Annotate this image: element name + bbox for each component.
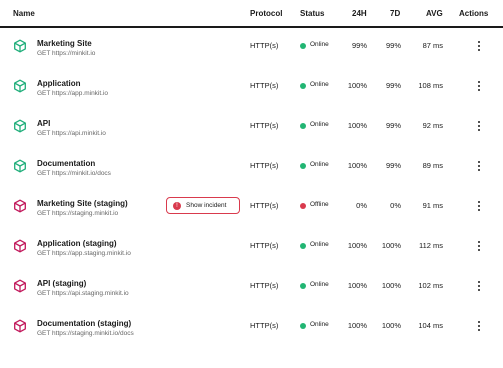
table-row[interactable]: Application GET https://app.minkit.io HTTP…: [0, 67, 503, 107]
monitor-url: GET https://staging.minkit.io: [37, 210, 119, 217]
avg-response-time: 104 ms: [418, 321, 443, 330]
column-header-24h: 24H: [352, 9, 367, 18]
cube-icon: [14, 239, 26, 253]
status-dot-icon: [300, 323, 306, 329]
uptime-24h: 100%: [347, 241, 367, 250]
show-incident-button[interactable]: ! Show incident: [166, 197, 240, 214]
monitor-url: GET https://minkit.io/docs: [37, 170, 111, 177]
column-header-name: Name: [13, 9, 35, 18]
monitor-protocol: HTTP(s): [250, 81, 279, 90]
table-row[interactable]: API GET https://api.minkit.io HTTP(s) Onlin…: [0, 107, 503, 147]
uptime-24h: 100%: [347, 161, 367, 170]
uptime-7d: 0%: [390, 201, 401, 210]
monitor-protocol: HTTP(s): [250, 241, 279, 250]
monitor-url: GET https://staging.minkit.io/docs: [37, 330, 134, 337]
uptime-24h: 100%: [347, 321, 367, 330]
uptime-7d: 100%: [381, 321, 401, 330]
cube-icon: [14, 199, 26, 213]
monitor-protocol: HTTP(s): [250, 201, 279, 210]
avg-response-time: 92 ms: [422, 121, 443, 130]
more-actions-icon[interactable]: [474, 239, 484, 253]
uptime-7d: 99%: [385, 161, 401, 170]
alert-icon: !: [173, 202, 181, 210]
cube-icon: [14, 119, 26, 133]
avg-response-time: 87 ms: [422, 41, 443, 50]
avg-response-time: 108 ms: [418, 81, 443, 90]
status-label: Online: [310, 241, 329, 248]
cube-icon: [14, 279, 26, 293]
table-row[interactable]: API (staging) GET https://api.staging.min…: [0, 267, 503, 307]
status-label: Offline: [310, 201, 329, 208]
monitor-name[interactable]: Marketing Site (staging): [37, 199, 128, 208]
cube-icon: [14, 159, 26, 173]
uptime-24h: 100%: [347, 81, 367, 90]
table-header: Name Protocol Status 24H 7D AVG Actions: [0, 0, 503, 28]
monitor-protocol: HTTP(s): [250, 321, 279, 330]
more-actions-icon[interactable]: [474, 159, 484, 173]
more-actions-icon[interactable]: [474, 79, 484, 93]
show-incident-label: Show incident: [186, 202, 227, 209]
column-header-avg: AVG: [426, 9, 443, 18]
avg-response-time: 112 ms: [418, 241, 443, 250]
status-dot-icon: [300, 203, 306, 209]
status-label: Online: [310, 121, 329, 128]
cube-icon: [14, 39, 26, 53]
monitor-url: GET https://minkit.io: [37, 50, 96, 57]
uptime-7d: 100%: [381, 241, 401, 250]
uptime-24h: 100%: [347, 281, 367, 290]
more-actions-icon[interactable]: [474, 39, 484, 53]
monitor-name[interactable]: API: [37, 119, 50, 128]
more-actions-icon[interactable]: [474, 199, 484, 213]
monitor-url: GET https://app.staging.minkit.io: [37, 250, 131, 257]
monitor-protocol: HTTP(s): [250, 121, 279, 130]
cube-icon: [14, 79, 26, 93]
avg-response-time: 89 ms: [422, 161, 443, 170]
status-label: Online: [310, 281, 329, 288]
status-label: Online: [310, 81, 329, 88]
avg-response-time: 91 ms: [422, 201, 443, 210]
monitor-name[interactable]: Marketing Site: [37, 39, 92, 48]
monitor-url: GET https://api.staging.minkit.io: [37, 290, 129, 297]
monitor-protocol: HTTP(s): [250, 41, 279, 50]
table-row[interactable]: Documentation (staging) GET https://stagi…: [0, 307, 503, 347]
more-actions-icon[interactable]: [474, 319, 484, 333]
monitor-name[interactable]: Application: [37, 79, 81, 88]
table-row[interactable]: Marketing Site GET https://minkit.io HTTP(…: [0, 27, 503, 67]
more-actions-icon[interactable]: [474, 279, 484, 293]
uptime-7d: 100%: [381, 281, 401, 290]
status-dot-icon: [300, 163, 306, 169]
monitor-name[interactable]: Documentation: [37, 159, 95, 168]
monitor-protocol: HTTP(s): [250, 281, 279, 290]
column-header-actions: Actions: [459, 9, 489, 18]
status-label: Online: [310, 161, 329, 168]
monitor-name[interactable]: Documentation (staging): [37, 319, 131, 328]
table-row[interactable]: Documentation GET https://minkit.io/docs H…: [0, 147, 503, 187]
status-dot-icon: [300, 123, 306, 129]
status-dot-icon: [300, 283, 306, 289]
more-actions-icon[interactable]: [474, 119, 484, 133]
monitor-name[interactable]: Application (staging): [37, 239, 117, 248]
uptime-7d: 99%: [385, 81, 401, 90]
table-row[interactable]: Application (staging) GET https://app.sta…: [0, 227, 503, 267]
cube-icon: [14, 319, 26, 333]
uptime-24h: 100%: [347, 121, 367, 130]
status-dot-icon: [300, 243, 306, 249]
uptime-24h: 99%: [351, 41, 367, 50]
column-header-protocol: Protocol: [250, 9, 283, 18]
monitor-url: GET https://api.minkit.io: [37, 130, 106, 137]
status-label: Online: [310, 321, 329, 328]
column-header-status: Status: [300, 9, 325, 18]
uptime-24h: 0%: [356, 201, 367, 210]
uptime-7d: 99%: [385, 121, 401, 130]
monitor-protocol: HTTP(s): [250, 161, 279, 170]
monitor-url: GET https://app.minkit.io: [37, 90, 109, 97]
avg-response-time: 102 ms: [418, 281, 443, 290]
monitor-name[interactable]: API (staging): [37, 279, 86, 288]
status-dot-icon: [300, 43, 306, 49]
status-label: Online: [310, 41, 329, 48]
column-header-7d: 7D: [390, 9, 401, 18]
table-row[interactable]: Marketing Site (staging) GET https://stag…: [0, 187, 503, 227]
status-dot-icon: [300, 83, 306, 89]
uptime-7d: 99%: [385, 41, 401, 50]
